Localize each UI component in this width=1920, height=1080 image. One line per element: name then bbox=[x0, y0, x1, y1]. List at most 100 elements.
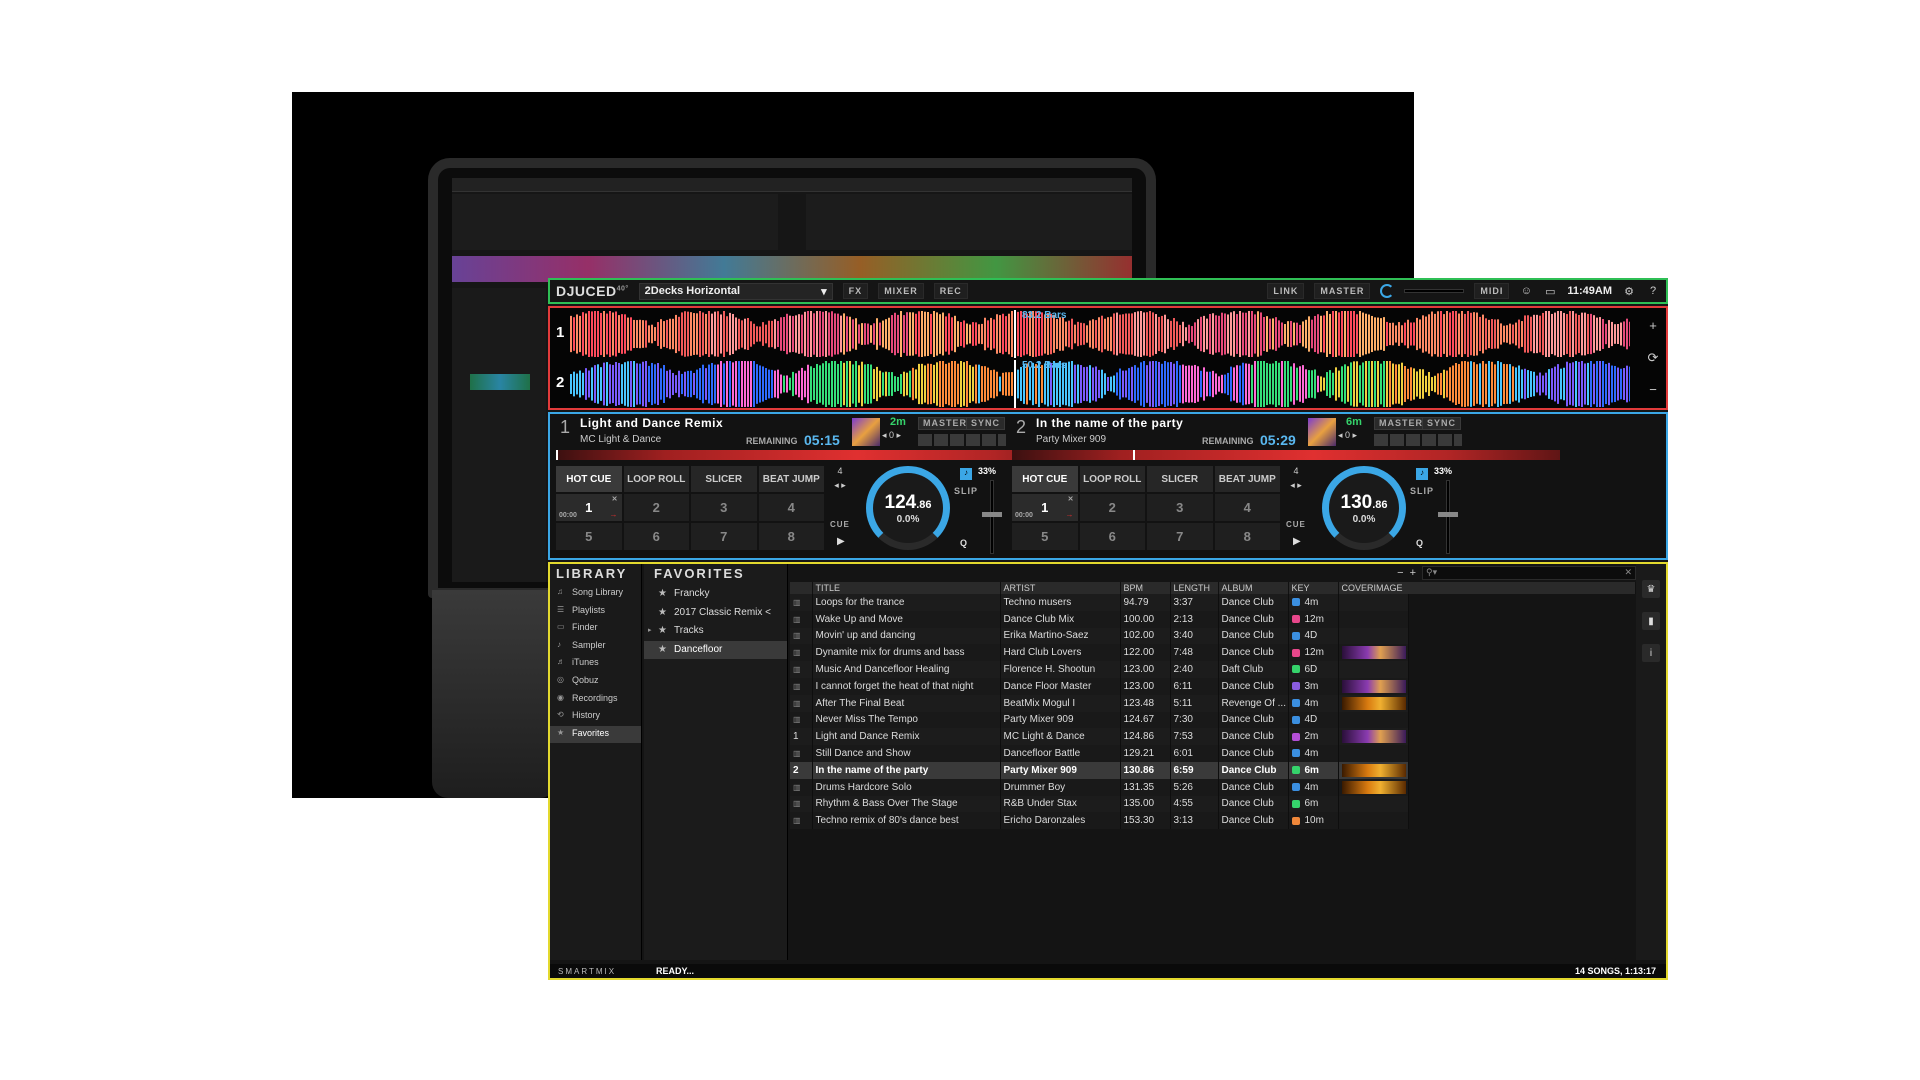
sync-waveform-icon[interactable]: ⟳ bbox=[1644, 350, 1662, 368]
tab-hot-cue[interactable]: HOT CUE bbox=[556, 466, 622, 492]
favorite-item[interactable]: ▸ ★ Tracks bbox=[644, 622, 787, 641]
close-icon[interactable]: ✕ bbox=[1068, 495, 1074, 503]
table-row[interactable]: 2 In the name of the party Party Mixer 9… bbox=[790, 761, 1636, 779]
column-header-key[interactable]: KEY bbox=[1288, 582, 1339, 594]
tab-loop-roll[interactable]: LOOP ROLL bbox=[1079, 466, 1145, 492]
clear-search-icon[interactable]: ✕ bbox=[1624, 567, 1632, 579]
smiley-icon[interactable]: ☺ bbox=[1519, 284, 1533, 298]
pitch-fader[interactable] bbox=[1446, 480, 1450, 554]
hot-cue-pad[interactable]: 7 bbox=[691, 523, 757, 550]
pitch-fader-handle[interactable] bbox=[1438, 512, 1458, 517]
music-note-icon[interactable]: ♪ bbox=[1416, 468, 1428, 480]
hot-cue-pad[interactable]: 6 bbox=[1079, 523, 1145, 550]
slip-button[interactable]: SLIP bbox=[1410, 486, 1434, 496]
sidebar-item-favorites[interactable]: ★ Favorites bbox=[550, 725, 641, 744]
table-row[interactable]: ▥ Techno remix of 80's dance best Ericho… bbox=[790, 812, 1636, 830]
help-button[interactable]: ? bbox=[1646, 284, 1660, 298]
sync-button[interactable]: SYNC bbox=[1422, 417, 1462, 430]
table-row[interactable]: ▥ Still Dance and Show Dancefloor Battle… bbox=[790, 745, 1636, 762]
search-input[interactable]: ⚲▾ ✕ bbox=[1422, 566, 1636, 580]
table-row[interactable]: ▥ Never Miss The Tempo Party Mixer 909 1… bbox=[790, 711, 1636, 729]
waveform-deck-2[interactable]: 2 50.2 Bars bbox=[552, 360, 1638, 408]
sidebar-item-finder[interactable]: ▭ Finder bbox=[550, 620, 641, 638]
fx-button[interactable]: FX bbox=[842, 283, 869, 299]
expand-icon[interactable]: ▸ bbox=[648, 626, 652, 634]
column-header-coverimage[interactable]: COVERIMAGE bbox=[1338, 582, 1636, 594]
zoom-out-button[interactable]: − bbox=[1644, 382, 1662, 400]
quantize-button[interactable]: Q bbox=[960, 538, 967, 548]
add-button[interactable]: + bbox=[1410, 567, 1416, 579]
quantize-button[interactable]: Q bbox=[1416, 538, 1423, 548]
table-row[interactable]: ▥ Movin' up and dancing Erika Martino-Sa… bbox=[790, 627, 1636, 645]
table-row[interactable]: ▥ Drums Hardcore Solo Drummer Boy 131.35… bbox=[790, 778, 1636, 796]
link-button[interactable]: LINK bbox=[1267, 283, 1305, 299]
layout-select[interactable]: 2Decks Horizontal ▾ bbox=[638, 282, 833, 300]
hot-cue-pad[interactable]: 4 bbox=[758, 494, 824, 521]
sidebar-item-qobuz[interactable]: ◎ Qobuz bbox=[550, 673, 641, 691]
column-header-length[interactable]: LENGTH bbox=[1170, 582, 1219, 594]
slip-button[interactable]: SLIP bbox=[954, 486, 978, 496]
tab-hot-cue[interactable]: HOT CUE bbox=[1012, 466, 1078, 492]
tab-beat-jump[interactable]: BEAT JUMP bbox=[758, 466, 824, 492]
table-row[interactable]: ▥ Rhythm & Bass Over The Stage R&B Under… bbox=[790, 795, 1636, 813]
table-row[interactable]: ▥ After The Final Beat BeatMix Mogul I 1… bbox=[790, 694, 1636, 712]
table-row[interactable]: 1 Light and Dance Remix MC Light & Dance… bbox=[790, 728, 1636, 746]
column-header-artist[interactable]: ARTIST bbox=[1000, 582, 1121, 594]
column-header-album[interactable]: ALBUM bbox=[1218, 582, 1289, 594]
hot-cue-pad[interactable]: 8 bbox=[1214, 523, 1280, 550]
panel-icon[interactable]: ▮ bbox=[1642, 612, 1660, 630]
smartmix-label[interactable]: SMARTMIX bbox=[550, 967, 642, 976]
zoom-in-button[interactable]: + bbox=[1644, 318, 1662, 336]
mixer-button[interactable]: MIXER bbox=[878, 283, 924, 299]
hot-cue-pad[interactable]: 4 bbox=[1214, 494, 1280, 521]
hot-cue-pad[interactable]: 3 bbox=[691, 494, 757, 521]
hot-cue-pad[interactable]: 5 bbox=[556, 523, 622, 550]
track-progress-bar[interactable] bbox=[1012, 450, 1560, 460]
column-header-title[interactable]: TITLE bbox=[812, 582, 1001, 594]
sync-button[interactable]: SYNC bbox=[966, 417, 1006, 430]
info-icon[interactable]: i bbox=[1642, 644, 1660, 662]
close-icon[interactable]: ✕ bbox=[612, 495, 618, 503]
column-header-bpm[interactable]: BPM bbox=[1120, 582, 1171, 594]
favorite-item[interactable]: ★ Dancefloor bbox=[644, 640, 787, 659]
tab-beat-jump[interactable]: BEAT JUMP bbox=[1214, 466, 1280, 492]
sidebar-item-song-library[interactable]: ♫ Song Library bbox=[550, 585, 641, 603]
play-button[interactable]: ▶ bbox=[1293, 536, 1301, 547]
master-volume-knob[interactable] bbox=[1380, 284, 1395, 298]
sidebar-item-itunes[interactable]: ♬ iTunes bbox=[550, 655, 641, 673]
hot-cue-pad[interactable]: 5 bbox=[1012, 523, 1078, 550]
table-row[interactable]: ▥ Dynamite mix for drums and bass Hard C… bbox=[790, 644, 1636, 662]
table-row[interactable]: ▥ I cannot forget the heat of that night… bbox=[790, 677, 1636, 695]
music-note-icon[interactable]: ♪ bbox=[960, 468, 972, 480]
beat-jump-control[interactable]: 4 ◂ ▸ bbox=[830, 466, 850, 491]
cue-button[interactable]: CUE bbox=[1286, 520, 1306, 529]
waveform-deck-1[interactable]: 1 83.2 Bars bbox=[552, 310, 1638, 358]
beat-jump-control[interactable]: 4 ◂ ▸ bbox=[1286, 466, 1306, 491]
table-row[interactable]: ▥ Loops for the trance Techno musers 94.… bbox=[790, 594, 1636, 611]
tab-slicer[interactable]: SLICER bbox=[691, 466, 757, 492]
table-row[interactable]: ▥ Music And Dancefloor Healing Florence … bbox=[790, 661, 1636, 678]
hot-cue-pad[interactable]: 1 00:00 ✕ → bbox=[556, 494, 622, 521]
sidebar-item-sampler[interactable]: ♪ Sampler bbox=[550, 638, 641, 656]
key-shift-control[interactable]: ◂ 0 ▸ bbox=[1338, 430, 1357, 441]
table-row[interactable]: ▥ Wake Up and Move Dance Club Mix 100.00… bbox=[790, 610, 1636, 628]
gear-icon[interactable]: ⚙ bbox=[1622, 284, 1636, 298]
favorite-item[interactable]: ★ Francky bbox=[644, 585, 787, 604]
master-button[interactable]: MASTER bbox=[1374, 417, 1428, 430]
hat-icon[interactable]: ♛ bbox=[1642, 580, 1660, 598]
tab-loop-roll[interactable]: LOOP ROLL bbox=[623, 466, 689, 492]
hot-cue-pad[interactable]: 2 bbox=[1079, 494, 1145, 521]
master-button[interactable]: MASTER bbox=[918, 417, 972, 430]
jog-wheel[interactable]: 124.86 0.0% bbox=[866, 466, 950, 550]
tab-slicer[interactable]: SLICER bbox=[1147, 466, 1213, 492]
midi-button[interactable]: MIDI bbox=[1474, 283, 1510, 299]
hot-cue-pad[interactable]: 8 bbox=[758, 523, 824, 550]
hot-cue-pad[interactable]: 3 bbox=[1147, 494, 1213, 521]
remove-button[interactable]: − bbox=[1397, 567, 1403, 579]
sidebar-item-history[interactable]: ⟲ History bbox=[550, 708, 641, 726]
play-button[interactable]: ▶ bbox=[837, 536, 845, 547]
hot-cue-pad[interactable]: 7 bbox=[1147, 523, 1213, 550]
sidebar-item-playlists[interactable]: ☰ Playlists bbox=[550, 603, 641, 621]
hot-cue-pad[interactable]: 2 bbox=[623, 494, 689, 521]
sidebar-item-recordings[interactable]: ◉ Recordings bbox=[550, 691, 641, 709]
